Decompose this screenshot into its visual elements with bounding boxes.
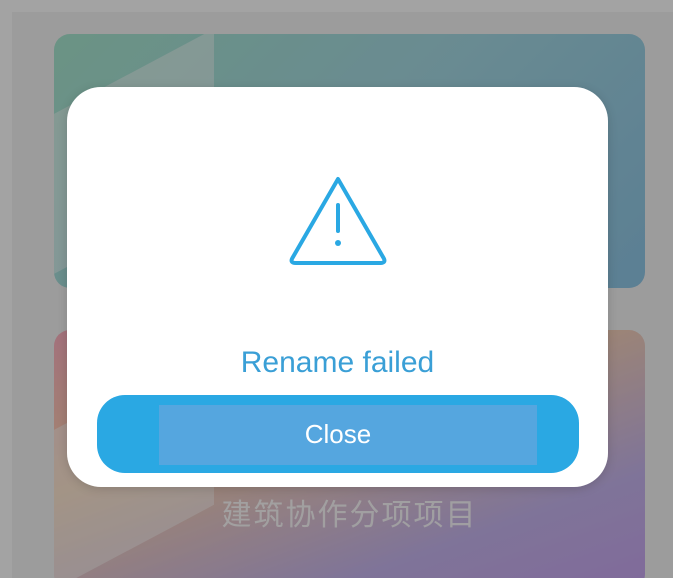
error-message: Rename failed	[240, 346, 435, 379]
error-dialog: Rename failed Close	[67, 87, 608, 487]
close-button-label: Close	[304, 419, 372, 449]
warning-triangle-icon	[285, 171, 391, 269]
close-button[interactable]: Close	[97, 395, 579, 473]
